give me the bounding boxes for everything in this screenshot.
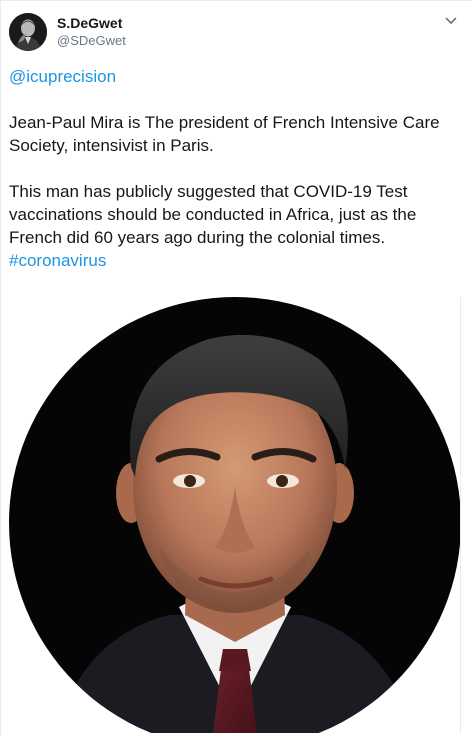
mention-link[interactable]: @icuprecision [9,67,116,86]
tweet-paragraph-1: Jean-Paul Mira is The president of Frenc… [9,113,445,155]
chevron-down-icon[interactable] [443,13,459,29]
photo-border [460,297,461,733]
author-handle[interactable]: @SDeGwet [57,32,126,49]
tweet-header: S.DeGwet @SDeGwet [9,11,465,57]
tweet-card: S.DeGwet @SDeGwet @icuprecision Jean-Pau… [0,0,472,736]
tweet-text: @icuprecision Jean-Paul Mira is The pres… [9,65,465,272]
portrait-image [9,297,461,733]
author-display-name[interactable]: S.DeGwet [57,15,126,32]
tweet-photo[interactable] [9,297,461,733]
author-names: S.DeGwet @SDeGwet [57,15,126,49]
avatar[interactable] [9,13,47,51]
tweet-paragraph-2: This man has publicly suggested that COV… [9,182,422,247]
hashtag-link[interactable]: #coronavirus [9,251,106,270]
